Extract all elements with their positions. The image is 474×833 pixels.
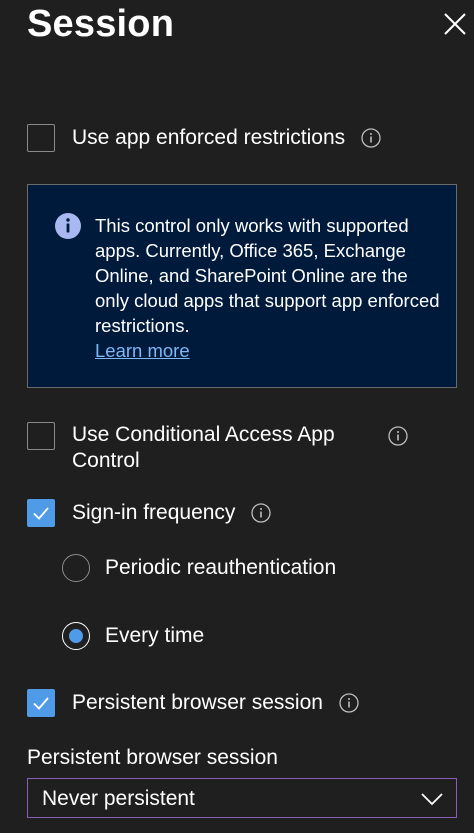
conditional-access-row: Use Conditional Access App Control	[27, 422, 408, 474]
signin-frequency-checkbox[interactable]	[27, 499, 55, 527]
info-message-text: This control only works with supported a…	[95, 215, 440, 336]
info-icon[interactable]	[251, 503, 272, 523]
app-enforced-label: Use app enforced restrictions	[72, 126, 346, 149]
signin-frequency-row: Sign-in frequency	[27, 499, 272, 527]
info-icon[interactable]	[388, 426, 408, 446]
session-panel: Session Use app enforced restrictions Th…	[0, 0, 474, 833]
every-time-radio[interactable]	[62, 622, 90, 650]
radio-option-every-time[interactable]: Every time	[62, 622, 204, 650]
panel-title: Session	[27, 3, 175, 45]
app-enforced-checkbox[interactable]	[27, 124, 55, 152]
radio-label: Periodic reauthentication	[105, 556, 337, 579]
close-icon	[444, 13, 466, 35]
persistent-session-dropdown-label: Persistent browser session	[27, 746, 278, 769]
close-button[interactable]	[440, 9, 470, 39]
info-icon[interactable]	[339, 693, 359, 713]
info-message-box: This control only works with supported a…	[27, 184, 457, 388]
app-enforced-row: Use app enforced restrictions	[27, 124, 381, 152]
checkmark-icon	[33, 507, 49, 520]
learn-more-link[interactable]: Learn more	[95, 338, 190, 363]
signin-frequency-label: Sign-in frequency	[72, 501, 236, 524]
info-icon	[55, 213, 81, 239]
chevron-down-icon	[421, 793, 443, 806]
dropdown-selected-value: Never persistent	[42, 787, 195, 810]
info-icon[interactable]	[361, 128, 381, 148]
periodic-reauth-radio[interactable]	[62, 554, 90, 582]
persistent-session-dropdown[interactable]: Never persistent	[27, 778, 457, 818]
conditional-access-label: Use Conditional Access App Control	[72, 423, 335, 472]
persistent-session-row: Persistent browser session	[27, 689, 359, 717]
persistent-session-label: Persistent browser session	[72, 691, 323, 714]
radio-option-periodic[interactable]: Periodic reauthentication	[62, 554, 336, 582]
radio-label: Every time	[105, 624, 205, 647]
checkmark-icon	[33, 697, 49, 710]
persistent-session-checkbox[interactable]	[27, 689, 55, 717]
conditional-access-checkbox[interactable]	[27, 422, 55, 450]
